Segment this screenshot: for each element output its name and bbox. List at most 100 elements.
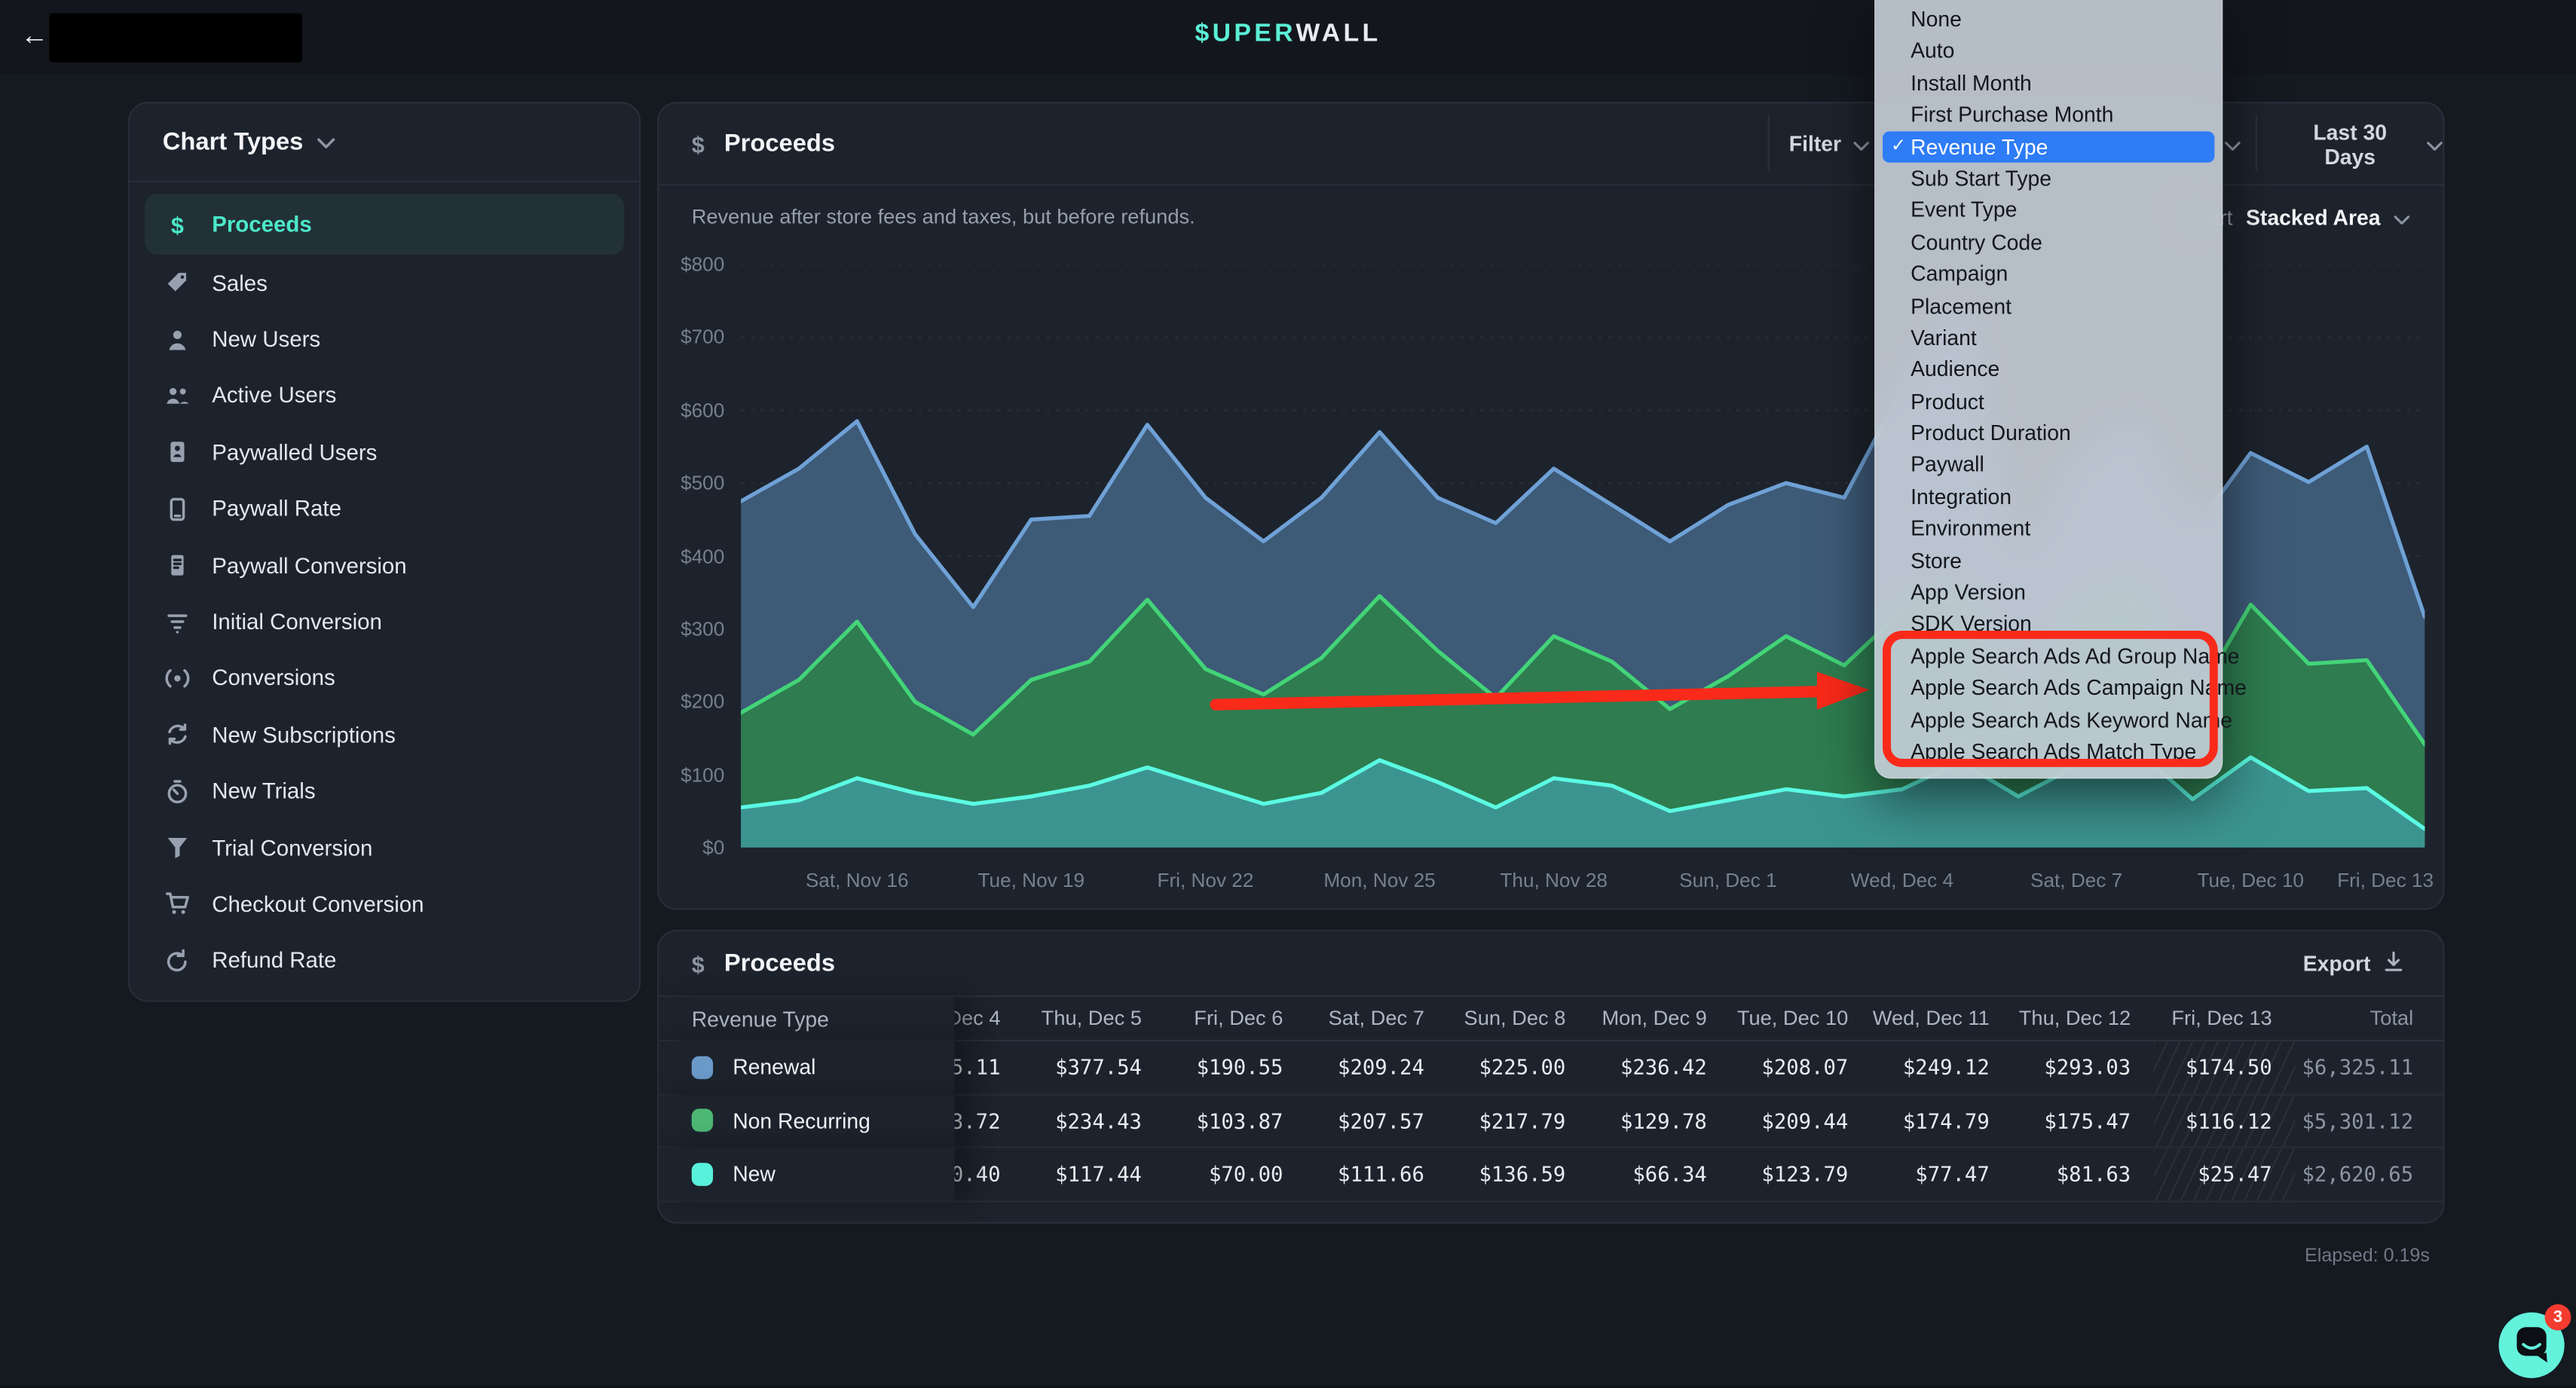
sidebar-item-proceeds[interactable]: $Proceeds	[145, 194, 625, 255]
menu-item-install-month[interactable]: Install Month	[1874, 67, 2223, 99]
menu-item-none[interactable]: None	[1874, 3, 2223, 35]
menu-item-label: Country Code	[1911, 230, 2042, 255]
sidebar-item-sales[interactable]: Sales	[145, 255, 625, 311]
row-label: Non Recurring	[733, 1108, 870, 1133]
menu-item-apple-search-ads-keyword-name[interactable]: Apple Search Ads Keyword Name	[1874, 704, 2223, 735]
chart-types-sidebar: Chart Types $ProceedsSalesNew Users Activ…	[128, 102, 641, 1002]
table-body: Renewal5.11$377.54$190.55$209.24$225.00$…	[659, 1041, 2443, 1202]
x-tick-label: Sat, Dec 7	[2030, 869, 2122, 892]
menu-item-placement[interactable]: Placement	[1874, 290, 2223, 322]
menu-item-label: Audience	[1911, 357, 1999, 382]
sidebar-item-new-trials[interactable]: New Trials	[145, 763, 625, 820]
value-cell: $236.42	[1589, 1041, 1730, 1093]
value-cell: $234.43	[1023, 1095, 1164, 1147]
chat-launcher[interactable]: 3	[2497, 1310, 2566, 1380]
menu-item-campaign[interactable]: Campaign	[1874, 258, 2223, 290]
logo-white-part: WALL	[1296, 20, 1381, 47]
menu-item-product[interactable]: Product	[1874, 386, 2223, 417]
sidebar-item-new-subscriptions[interactable]: New Subscriptions	[145, 707, 625, 763]
stopwatch-icon	[164, 778, 191, 805]
table-title-text: Proceeds	[724, 949, 835, 977]
menu-item-label: Integration	[1911, 485, 2012, 509]
value-cell: $116.12	[2154, 1095, 2295, 1147]
redacted-account-block	[49, 13, 302, 62]
menu-item-apple-search-ads-ad-group-name[interactable]: Apple Search Ads Ad Group Name	[1874, 640, 2223, 672]
total-cell: $6,325.11	[2295, 1041, 2443, 1093]
sidebar-item-trial-conversion[interactable]: Trial Conversion	[145, 820, 625, 876]
export-button[interactable]: Export	[2293, 931, 2414, 995]
menu-item-event-type[interactable]: Event Type	[1874, 194, 2223, 226]
sidebar-item-initial-conversion[interactable]: Initial Conversion	[145, 594, 625, 650]
menu-item-apple-search-ads-match-type[interactable]: Apple Search Ads Match Type	[1874, 736, 2223, 768]
phone-icon	[164, 496, 191, 522]
y-tick-label: $700	[662, 326, 724, 349]
sidebar-item-paywalled-users[interactable]: Paywalled Users	[145, 424, 625, 481]
menu-item-environment[interactable]: Environment	[1874, 513, 2223, 545]
menu-item-app-version[interactable]: App Version	[1874, 576, 2223, 608]
x-tick-label: Sun, Dec 1	[1679, 869, 1776, 892]
table-card-title: $ Proceeds	[692, 931, 835, 995]
sidebar-item-checkout-conversion[interactable]: Checkout Conversion	[145, 876, 625, 932]
chart-title-text: Proceeds	[724, 130, 835, 157]
menu-item-integration[interactable]: Integration	[1874, 481, 2223, 512]
menu-item-audience[interactable]: Audience	[1874, 353, 2223, 385]
row-label-cell: New	[659, 1148, 954, 1200]
dollar-icon: $	[692, 950, 705, 977]
sidebar-item-paywall-conversion[interactable]: Paywall Conversion	[145, 537, 625, 594]
menu-item-revenue-type[interactable]: ✓Revenue Type	[1883, 130, 2214, 162]
chart-types-dropdown[interactable]: Chart Types	[130, 103, 639, 182]
series-swatch	[692, 1056, 713, 1079]
chevron-down-icon	[2394, 214, 2410, 224]
menu-item-sub-start-type[interactable]: Sub Start Type	[1874, 163, 2223, 194]
sidebar-item-paywall-rate[interactable]: Paywall Rate	[145, 481, 625, 537]
download-icon	[2384, 950, 2403, 977]
menu-item-paywall[interactable]: Paywall	[1874, 449, 2223, 481]
value-cell: $249.12	[1871, 1041, 2012, 1093]
value-cell: $81.63	[2012, 1148, 2153, 1200]
sidebar-item-active-users[interactable]: Active Users	[145, 368, 625, 424]
sidebar-list: $ProceedsSalesNew Users Active Users Paywa…	[130, 182, 639, 1001]
date-range-label: Last 30 Days	[2285, 119, 2415, 168]
menu-item-apple-search-ads-campaign-name[interactable]: Apple Search Ads Campaign Name	[1874, 672, 2223, 704]
menu-item-label: Event Type	[1911, 197, 2017, 222]
group-by-button[interactable]	[2224, 103, 2241, 184]
value-cell: $293.03	[2012, 1041, 2153, 1093]
chart-subtitle: Revenue after store fees and taxes, but …	[692, 205, 1195, 228]
chevron-down-icon	[2224, 140, 2241, 150]
menu-item-label: Campaign	[1911, 261, 2008, 286]
group-by-dropdown-menu: NoneAuto Install Month First Purchase Mont…	[1874, 0, 2223, 779]
y-tick-label: $300	[662, 617, 724, 640]
menu-item-sdk-version[interactable]: SDK Version	[1874, 608, 2223, 640]
menu-item-store[interactable]: Store	[1874, 545, 2223, 576]
filter-button[interactable]: Filter	[1789, 103, 1869, 184]
value-cell: $175.47	[2012, 1095, 2153, 1147]
menu-item-auto[interactable]: Auto	[1874, 35, 2223, 67]
date-range-button[interactable]: Last 30 Days	[2285, 103, 2443, 184]
menu-item-variant[interactable]: Variant	[1874, 322, 2223, 353]
row-label: New	[733, 1162, 776, 1187]
value-cell: $117.44	[1023, 1148, 1164, 1200]
menu-item-label: Product	[1911, 389, 1984, 414]
menu-item-label: Install Month	[1911, 70, 2032, 95]
value-cell: $77.47	[1871, 1148, 2012, 1200]
sidebar-item-conversions[interactable]: Conversions	[145, 650, 625, 707]
tag-icon	[164, 270, 191, 296]
sidebar-item-new-users[interactable]: New Users	[145, 311, 625, 368]
value-cell: $217.79	[1447, 1095, 1588, 1147]
sidebar-item-refund-rate[interactable]: Refund Rate	[145, 932, 625, 989]
table-row: New0.40$117.44$70.00$111.66$136.59$66.34…	[659, 1147, 2443, 1202]
menu-item-country-code[interactable]: Country Code	[1874, 226, 2223, 258]
sidebar-item-label: Active Users	[212, 384, 336, 408]
row-label: Renewal	[733, 1055, 815, 1080]
value-cell: $174.50	[2154, 1041, 2295, 1093]
menu-item-first-purchase-month[interactable]: First Purchase Month	[1874, 99, 2223, 130]
menu-item-label: Apple Search Ads Ad Group Name	[1911, 644, 2239, 668]
menu-item-product-duration[interactable]: Product Duration	[1874, 417, 2223, 449]
menu-item-label: Sub Start Type	[1911, 166, 2051, 191]
menu-item-label: SDK Version	[1911, 612, 2032, 637]
table-header-cell: Tue, Dec 10	[1730, 997, 1871, 1040]
x-tick-label: Tue, Dec 10	[2197, 869, 2304, 892]
y-tick-label: $400	[662, 545, 724, 568]
sidebar-item-label: Conversions	[212, 666, 335, 691]
dollar-icon: $	[692, 130, 705, 157]
